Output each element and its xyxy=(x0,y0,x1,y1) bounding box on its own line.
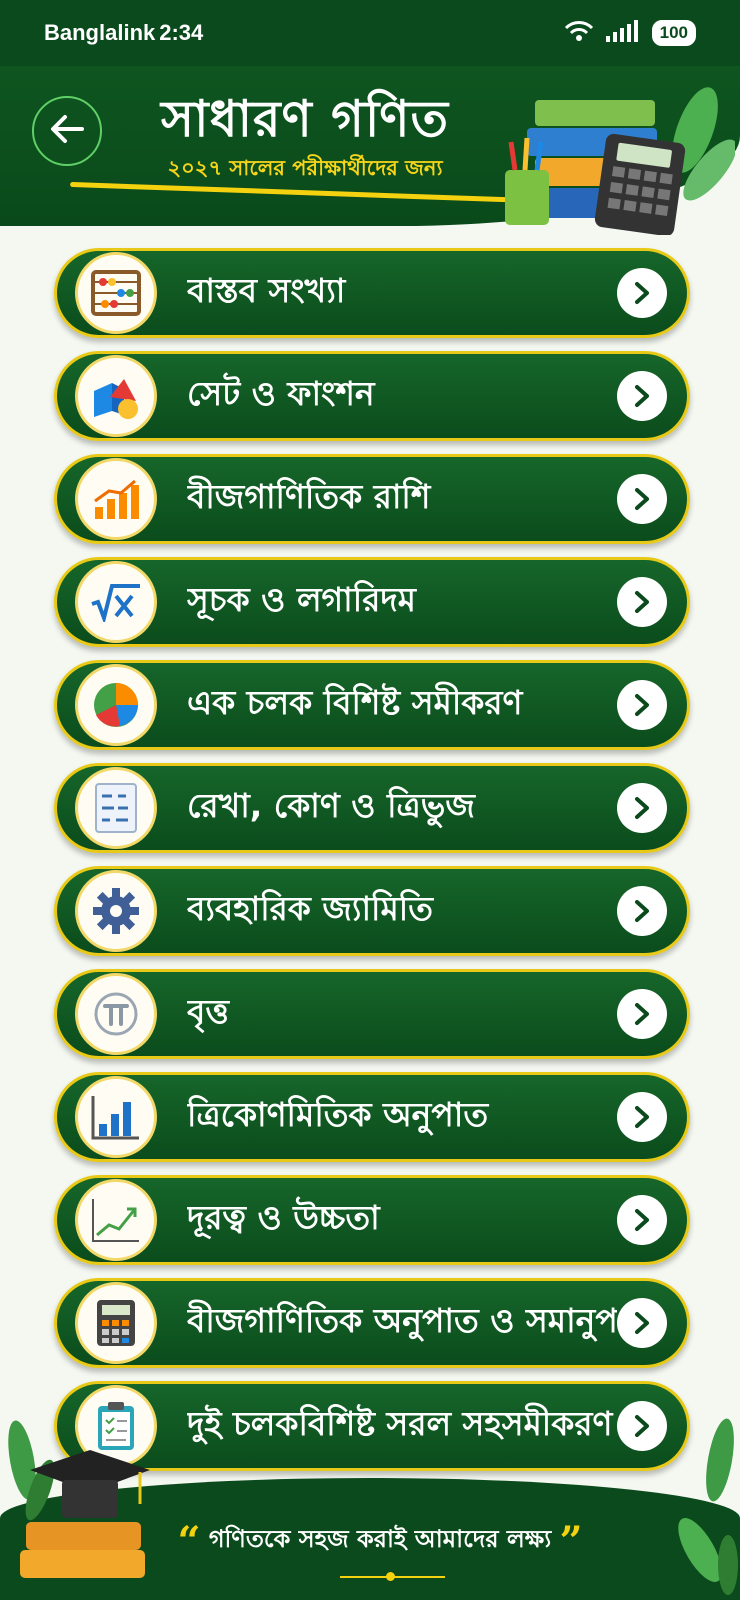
chapter-label: সূচক ও লগারিদম xyxy=(187,580,417,619)
battery-indicator: 100 xyxy=(651,20,696,46)
books-calculator-illustration xyxy=(505,70,737,237)
shapes-icon xyxy=(75,355,157,437)
chapter-item-practical-geometry[interactable]: ব্যবহারিক জ্যামিতি xyxy=(54,866,690,956)
chevron-right-icon xyxy=(617,680,667,730)
square-root-icon xyxy=(75,561,157,643)
chapter-label: সেট ও ফাংশন xyxy=(187,374,375,413)
chapter-item-linear-equation[interactable]: এক চলক বিশিষ্ট সমীকরণ xyxy=(54,660,690,750)
status-left: Banglalink 2:34 xyxy=(44,20,203,46)
line-graph-icon xyxy=(75,1179,157,1261)
chevron-right-icon xyxy=(617,1092,667,1142)
chapter-item-indices-logarithm[interactable]: সূচক ও লগারিদম xyxy=(54,557,690,647)
signal-icon xyxy=(605,20,640,46)
status-bar: Banglalink 2:34 100 xyxy=(0,0,740,66)
chapter-list: বাস্তব সংখ্যা সেট ও ফাংশন বীজগাণিতিক রাশ… xyxy=(54,248,690,1484)
formula-sheet-icon xyxy=(75,767,157,849)
chevron-right-icon xyxy=(617,1298,667,1348)
arrow-left-icon xyxy=(50,114,84,148)
status-time: 2:34 xyxy=(159,20,204,45)
chapter-item-real-numbers[interactable]: বাস্তব সংখ্যা xyxy=(54,248,690,338)
graduation-cap-books-illustration xyxy=(0,1400,160,1600)
bar-chart-icon xyxy=(75,1076,157,1158)
chapter-label: ব্যবহারিক জ্যামিতি xyxy=(187,889,434,928)
chapter-item-lines-angles-triangles[interactable]: রেখা, কোণ ও ত্রিভুজ xyxy=(54,763,690,853)
chapter-item-distance-height[interactable]: দূরত্ব ও উচ্চতা xyxy=(54,1175,690,1265)
chevron-right-icon xyxy=(617,886,667,936)
pi-icon xyxy=(75,973,157,1055)
chapter-label: দূরত্ব ও উচ্চতা xyxy=(187,1198,380,1237)
chapter-label: এক চলক বিশিষ্ট সমীকরণ xyxy=(187,683,523,722)
back-button[interactable] xyxy=(32,96,102,166)
chapter-label: বীজগাণিতিক অনুপাত ও সমানুপাত xyxy=(187,1301,617,1340)
chapter-label: ত্রিকোণমিতিক অনুপাত xyxy=(187,1095,489,1134)
open-quote-icon: “ xyxy=(177,1518,201,1565)
chevron-right-icon xyxy=(617,474,667,524)
chapter-item-algebraic-ratio[interactable]: বীজগাণিতিক অনুপাত ও সমানুপাত xyxy=(54,1278,690,1368)
chevron-right-icon xyxy=(617,783,667,833)
page-subtitle: ২০২৭ সালের পরীক্ষার্থীদের জন্য xyxy=(167,156,443,180)
wifi-icon xyxy=(564,20,594,46)
chapter-label: বাস্তব সংখ্যা xyxy=(187,271,346,310)
chapter-label: দুই চলকবিশিষ্ট সরল সহসমীকরণ xyxy=(187,1404,613,1443)
chapter-label: রেখা, কোণ ও ত্রিভুজ xyxy=(187,786,475,825)
footer-divider-dot xyxy=(386,1572,395,1581)
bar-growth-icon xyxy=(75,458,157,540)
status-right: 100 xyxy=(564,20,696,46)
pie-chart-icon xyxy=(75,664,157,746)
close-quote-icon: ” xyxy=(559,1518,583,1565)
gear-icon xyxy=(75,870,157,952)
chevron-right-icon xyxy=(617,1195,667,1245)
chevron-right-icon xyxy=(617,577,667,627)
carrier-name: Banglalink xyxy=(44,20,156,45)
abacus-icon xyxy=(75,252,157,334)
chevron-right-icon xyxy=(617,371,667,421)
chapter-item-algebraic-expressions[interactable]: বীজগাণিতিক রাশি xyxy=(54,454,690,544)
chevron-right-icon xyxy=(617,268,667,318)
chapter-item-trigonometric-ratio[interactable]: ত্রিকোণমিতিক অনুপাত xyxy=(54,1072,690,1162)
footer-quote: “ গণিতকে সহজ করাই আমাদের লক্ষ্য ” xyxy=(160,1518,600,1565)
leaves-illustration xyxy=(640,1400,740,1600)
chapter-item-circle[interactable]: বৃত্ত xyxy=(54,969,690,1059)
chapter-label: বৃত্ত xyxy=(187,992,229,1031)
chapter-label: বীজগাণিতিক রাশি xyxy=(187,477,431,516)
chapter-item-set-function[interactable]: সেট ও ফাংশন xyxy=(54,351,690,441)
chevron-right-icon xyxy=(617,989,667,1039)
footer-quote-text: গণিতকে সহজ করাই আমাদের লক্ষ্য xyxy=(208,1525,552,1553)
calculator-icon xyxy=(75,1282,157,1364)
